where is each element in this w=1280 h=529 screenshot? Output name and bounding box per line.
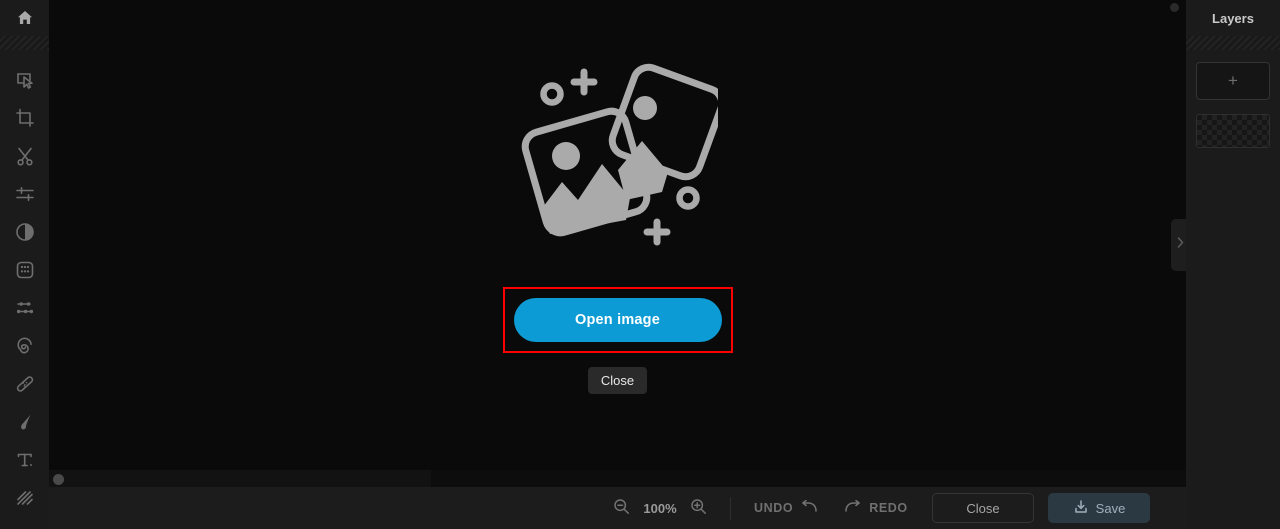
close-button[interactable]: Close	[932, 493, 1034, 523]
empty-canvas-placeholder: Open image Close	[49, 0, 1186, 487]
scissors-icon	[14, 145, 36, 167]
toolbar-divider	[0, 36, 49, 50]
redo-arrow-icon	[844, 499, 862, 516]
history-controls: UNDO REDO	[754, 499, 908, 516]
crop-icon	[14, 107, 36, 129]
spiral-icon	[14, 335, 36, 357]
adjust-tool-button[interactable]	[0, 175, 49, 213]
redo-button[interactable]: REDO	[844, 499, 908, 516]
text-tool-button[interactable]	[0, 441, 49, 479]
horizontal-scrollbar[interactable]	[49, 470, 1186, 487]
chevron-right-icon	[1176, 236, 1185, 254]
tool-list	[0, 50, 49, 517]
text-t-icon	[14, 449, 36, 471]
zoom-in-button[interactable]	[690, 498, 707, 518]
undo-button-label: UNDO	[754, 501, 794, 515]
bottom-toolbar: 100% UNDO REDO Close Save	[49, 487, 1186, 529]
action-buttons: Close Save	[932, 493, 1150, 523]
two-photo-frames-icon	[518, 48, 725, 253]
zoom-in-icon	[690, 498, 707, 518]
image-editor-app: Open image Close Layers + 100% UNDO REDO…	[0, 0, 1280, 529]
plus-icon: +	[1228, 71, 1238, 90]
placeholder-close-button[interactable]: Close	[587, 366, 648, 394]
contrast-icon	[14, 221, 36, 243]
pattern-tool-button[interactable]	[0, 479, 49, 517]
redo-button-label: REDO	[869, 501, 908, 515]
left-toolbar	[0, 0, 49, 529]
undo-button[interactable]: UNDO	[754, 499, 818, 516]
home-icon	[15, 8, 35, 28]
crop-tool-button[interactable]	[0, 99, 49, 137]
cut-tool-button[interactable]	[0, 137, 49, 175]
layers-panel-divider	[1186, 36, 1280, 50]
filters-tool-button[interactable]	[0, 289, 49, 327]
layers-panel-title: Layers	[1212, 10, 1254, 26]
layer-thumbnail[interactable]	[1196, 114, 1270, 148]
sliders-icon	[14, 183, 36, 205]
layers-list: +	[1186, 50, 1280, 148]
canvas-workspace[interactable]: Open image Close	[49, 0, 1186, 487]
zoom-level-label: 100%	[643, 500, 677, 516]
scrollbar-handle[interactable]	[53, 473, 64, 485]
diagonal-lines-icon	[14, 487, 36, 509]
save-button-label: Save	[1095, 500, 1126, 516]
open-image-highlight-box: Open image	[502, 286, 733, 353]
layers-panel: Layers +	[1186, 0, 1280, 529]
contrast-tool-button[interactable]	[0, 213, 49, 251]
filter-sliders-icon	[14, 297, 36, 319]
scrollbar-track[interactable]	[49, 470, 431, 487]
open-image-button[interactable]: Open image	[513, 297, 722, 342]
zoom-out-icon	[613, 498, 630, 518]
bandage-icon	[14, 373, 36, 395]
select-frame-icon	[14, 69, 36, 91]
dots-grid-icon	[14, 259, 36, 281]
effects-tool-button[interactable]	[0, 251, 49, 289]
save-download-icon	[1073, 499, 1089, 518]
home-button[interactable]	[0, 0, 49, 36]
toolbar-divider	[730, 496, 731, 520]
blur-tool-button[interactable]	[0, 327, 49, 365]
brush-tool-button[interactable]	[0, 403, 49, 441]
zoom-controls: 100%	[613, 498, 707, 518]
select-tool-button[interactable]	[0, 61, 49, 99]
heal-tool-button[interactable]	[0, 365, 49, 403]
add-layer-button[interactable]: +	[1196, 62, 1270, 100]
brush-icon	[14, 411, 36, 433]
save-button[interactable]: Save	[1048, 493, 1150, 523]
zoom-out-button[interactable]	[613, 498, 630, 518]
undo-arrow-icon	[800, 499, 818, 516]
